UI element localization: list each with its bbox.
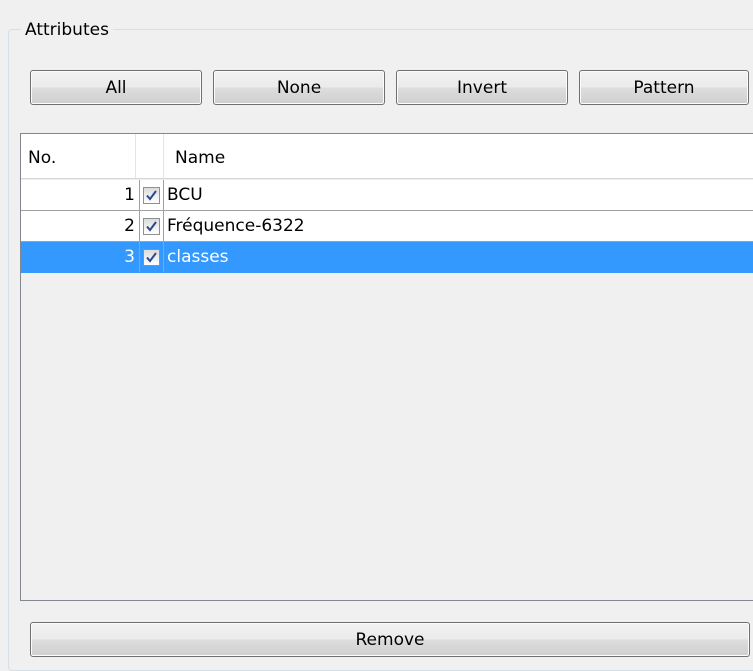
- select-none-button[interactable]: None: [213, 70, 385, 105]
- row-check-cell: [139, 242, 164, 272]
- column-separator[interactable]: [163, 134, 164, 178]
- row-number: 3: [124, 247, 135, 267]
- attributes-group-title: Attributes: [21, 19, 113, 41]
- table-row[interactable]: 1 BCU: [21, 180, 753, 211]
- checkmark-icon: [146, 220, 157, 232]
- remove-button[interactable]: Remove: [30, 622, 750, 657]
- checkmark-icon: [146, 251, 157, 263]
- table-row[interactable]: 2 Fréquence-6322: [21, 211, 753, 242]
- row-check-cell: [139, 211, 164, 241]
- row-number: 1: [124, 185, 135, 205]
- pattern-button[interactable]: Pattern: [579, 70, 749, 105]
- attributes-table[interactable]: No. Name 1 BCU 2 Fréquence-6322 3 classe…: [20, 133, 753, 601]
- table-row-selected[interactable]: 3 classes: [21, 242, 753, 273]
- column-header-name[interactable]: Name: [175, 134, 225, 178]
- invert-selection-button[interactable]: Invert: [396, 70, 568, 105]
- attribute-name: classes: [167, 247, 229, 267]
- row-check-cell: [139, 180, 164, 210]
- attribute-checkbox[interactable]: [143, 217, 160, 235]
- column-header-no[interactable]: No.: [28, 134, 56, 178]
- column-separator[interactable]: [135, 134, 136, 178]
- select-all-button[interactable]: All: [30, 70, 202, 105]
- row-number: 2: [124, 216, 135, 236]
- attribute-name: BCU: [167, 185, 203, 205]
- table-header: No. Name: [21, 134, 753, 179]
- checkmark-icon: [146, 189, 157, 201]
- column-header-check[interactable]: [139, 134, 163, 178]
- attribute-checkbox[interactable]: [143, 186, 160, 204]
- attribute-checkbox[interactable]: [143, 248, 160, 266]
- attribute-name: Fréquence-6322: [167, 216, 305, 236]
